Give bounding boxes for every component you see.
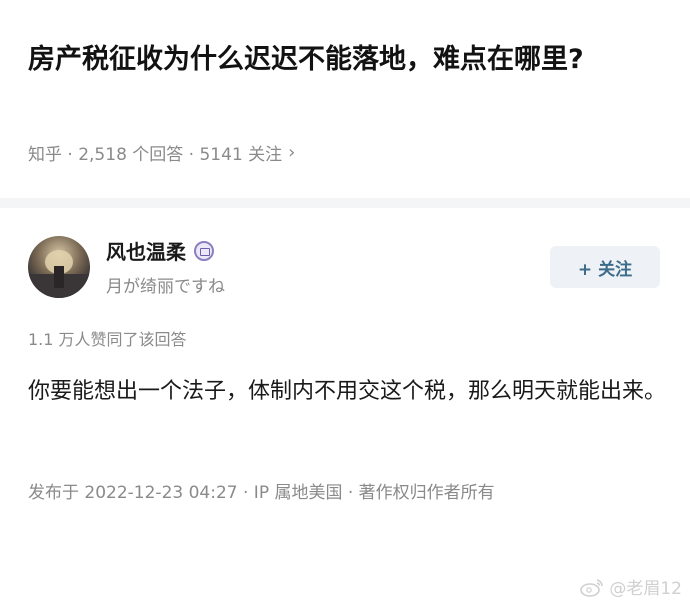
section-divider bbox=[0, 198, 690, 208]
author-name[interactable]: 风也温柔 bbox=[106, 236, 214, 265]
avatar[interactable] bbox=[28, 236, 90, 298]
author-name-text: 风也温柔 bbox=[106, 240, 186, 264]
author-bio: 月が绮丽ですね bbox=[106, 277, 225, 297]
weibo-icon bbox=[580, 578, 604, 597]
avatar-image bbox=[28, 250, 90, 298]
question-meta-text: 知乎 · 2,518 个回答 · 5141 关注 bbox=[28, 145, 283, 165]
approve-count: 1.1 万人赞同了该回答 bbox=[28, 330, 187, 349]
watermark: @老眉12 bbox=[579, 574, 682, 599]
author-badge-icon bbox=[194, 240, 214, 261]
answer-meta: 发布于 2022-12-23 04:27 · IP 属地美国 · 著作权归作者所… bbox=[28, 483, 495, 503]
follow-button[interactable]: + 关注 bbox=[550, 246, 660, 288]
watermark-text: @老眉12 bbox=[609, 579, 682, 599]
chevron-right-icon: › bbox=[288, 142, 296, 163]
question-title[interactable]: 房产税征收为什么迟迟不能落地，难点在哪里? bbox=[28, 38, 668, 82]
question-meta[interactable]: 知乎 · 2,518 个回答 · 5141 关注 › bbox=[28, 140, 295, 165]
answer-body: 你要能想出一个法子，体制内不用交这个税，那么明天就能出来。 bbox=[28, 379, 667, 404]
